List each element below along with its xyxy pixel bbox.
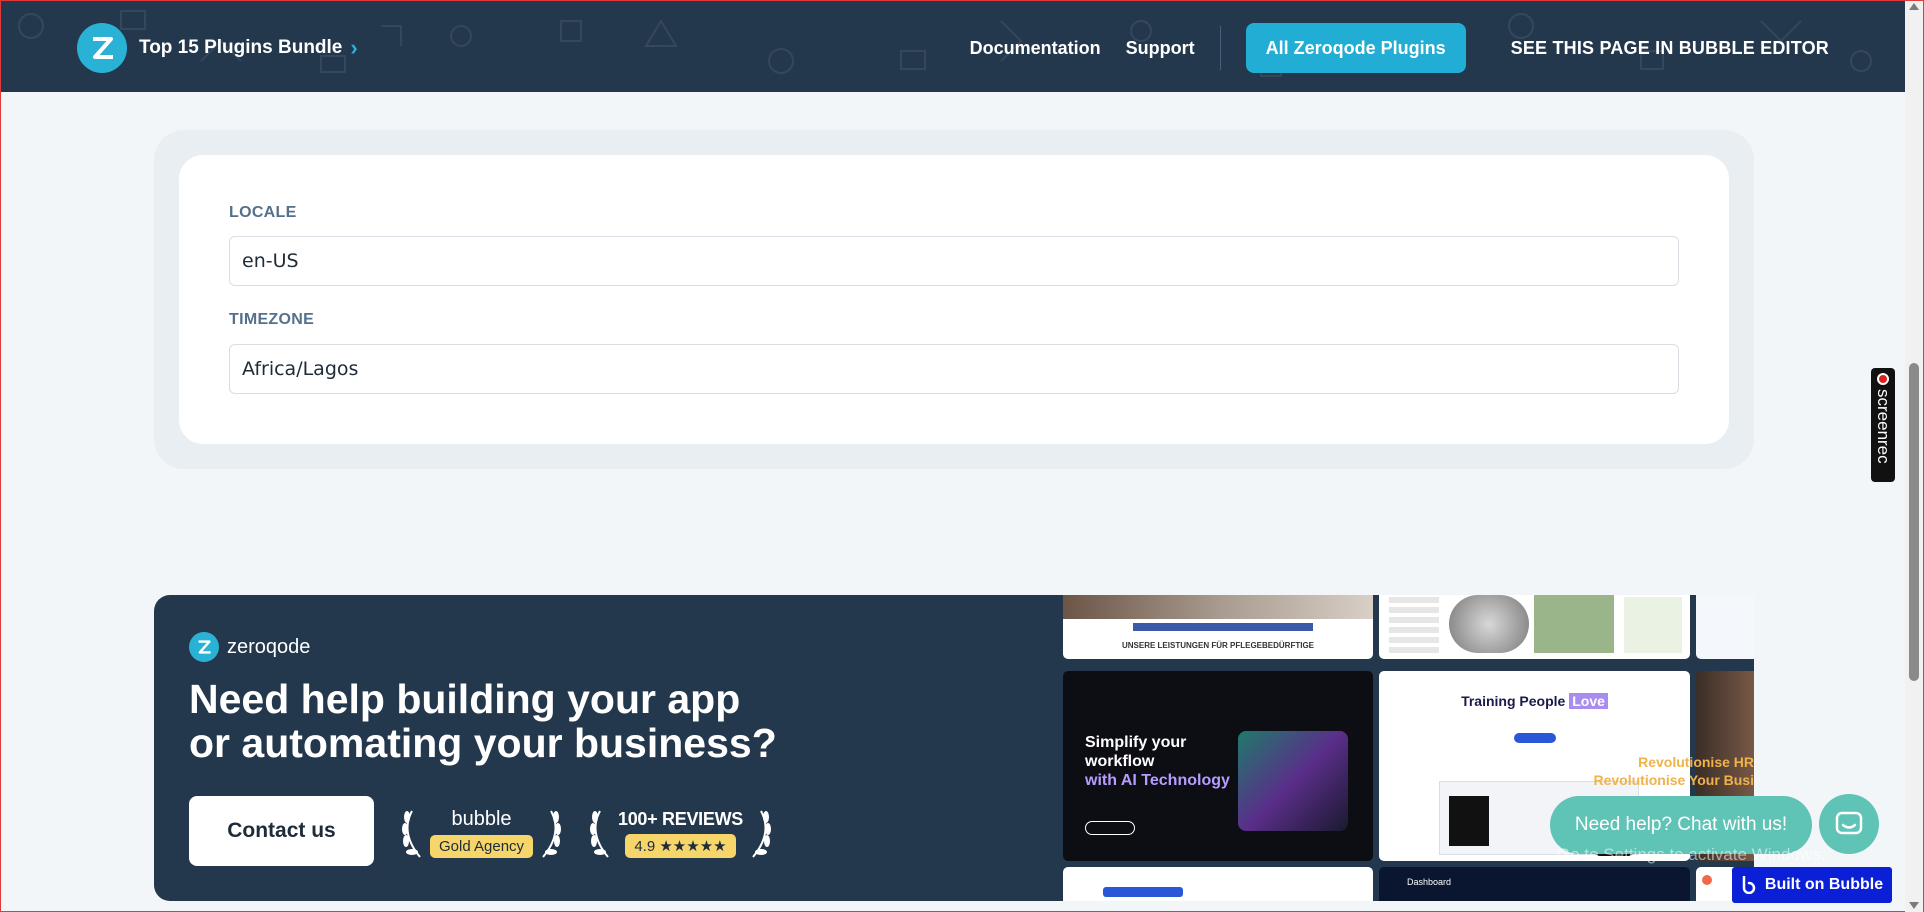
scroll-down-arrow-icon[interactable]	[1909, 902, 1919, 909]
timezone-label: TIMEZONE	[229, 311, 315, 328]
zeroqode-logo-icon	[77, 23, 127, 73]
promo-content: zeroqode Need help building your app or …	[154, 595, 910, 901]
timezone-input[interactable]: Africa/Lagos	[229, 344, 1679, 394]
zeroqode-brand: zeroqode	[189, 632, 310, 662]
page-scrollbar[interactable]	[1905, 1, 1923, 912]
rating-pill: 4.9 ★★★★★	[625, 833, 736, 858]
promo-heading-line2: or automating your business?	[189, 720, 777, 766]
scrollbar-thumb[interactable]	[1909, 363, 1919, 681]
showcase-listing-site	[1379, 595, 1690, 659]
laurel-right-icon	[542, 810, 562, 858]
gold-agency-pill: Gold Agency	[430, 835, 534, 858]
showcase-integrations-site: zapier	[1696, 595, 1754, 659]
showcase-ai-site: Simplify your workflow with AI Technolog…	[1063, 671, 1373, 861]
contact-us-button[interactable]: Contact us	[189, 796, 374, 866]
brand[interactable]: Top 15 Plugins Bundle ›	[77, 23, 358, 73]
reviews-count: 100+ REVIEWS	[618, 808, 743, 829]
built-on-bubble-label: Built on Bubble	[1764, 876, 1884, 893]
all-plugins-button[interactable]: All Zeroqode Plugins	[1245, 23, 1466, 73]
laurel-right-icon	[752, 810, 771, 858]
reviews-badge: 100+ REVIEWS 4.9 ★★★★★	[586, 805, 775, 861]
bubble-editor-link[interactable]: SEE THIS PAGE IN BUBBLE EDITOR	[1511, 38, 1829, 59]
promo-banner: zeroqode Need help building your app or …	[154, 595, 1754, 901]
badge-reviews-content: 100+ REVIEWS 4.9 ★★★★★	[618, 809, 743, 858]
chat-icon	[1835, 811, 1863, 835]
top-header: Top 15 Plugins Bundle › Documentation Su…	[1, 1, 1905, 92]
built-on-bubble-badge[interactable]: Built on Bubble	[1732, 867, 1892, 903]
promo-heading: Need help building your app or automatin…	[189, 677, 889, 765]
screenrec-tab[interactable]: screenrec	[1871, 368, 1895, 482]
bubble-wordmark: bubble	[451, 808, 512, 830]
nav-documentation-link[interactable]: Documentation	[970, 38, 1101, 59]
form-card: LOCALE en-US TIMEZONE Africa/Lagos	[179, 155, 1729, 444]
chat-launcher-button[interactable]	[1819, 794, 1879, 854]
form-card-outer: LOCALE en-US TIMEZONE Africa/Lagos	[154, 130, 1754, 469]
main-nav: Documentation Support All Zeroqode Plugi…	[945, 23, 1829, 73]
brand-title: Top 15 Plugins Bundle	[139, 37, 343, 58]
locale-input[interactable]: en-US	[229, 236, 1679, 286]
nav-support-link[interactable]: Support	[1126, 38, 1195, 59]
showcase-dashboard-site	[1063, 867, 1373, 901]
showcase-care-site: UNSERE LEISTUNGEN FÜR PFLEGEBEDÜRFTIGE	[1063, 595, 1373, 659]
laurel-left-icon	[590, 810, 609, 858]
showcase-care-banner-text: UNSERE LEISTUNGEN FÜR PFLEGEBEDÜRFTIGE	[1121, 641, 1314, 650]
zeroqode-logo-icon	[189, 632, 219, 662]
bubble-logo-icon	[1742, 876, 1756, 894]
showcase-analytics-site: Dashboard	[1379, 867, 1690, 901]
bubble-gold-agency-badge: bubble Gold Agency	[398, 805, 565, 861]
badge-bubble-content: bubble Gold Agency	[430, 808, 534, 858]
promo-heading-line1: Need help building your app	[189, 676, 741, 722]
showcase-hr-text: Revolutionise HR Revolutionise Your Busi	[1593, 754, 1754, 788]
screenrec-label: screenrec	[1874, 389, 1893, 464]
scroll-up-arrow-icon[interactable]	[1909, 3, 1919, 10]
record-dot-icon	[1877, 373, 1889, 385]
laurel-left-icon	[402, 810, 421, 858]
chevron-right-icon: ›	[350, 35, 358, 60]
locale-label: LOCALE	[229, 204, 297, 221]
zeroqode-name: zeroqode	[227, 635, 311, 658]
windows-activation-watermark: Go to Settings to activate Windows.	[1557, 845, 1826, 864]
nav-divider	[1219, 26, 1221, 70]
